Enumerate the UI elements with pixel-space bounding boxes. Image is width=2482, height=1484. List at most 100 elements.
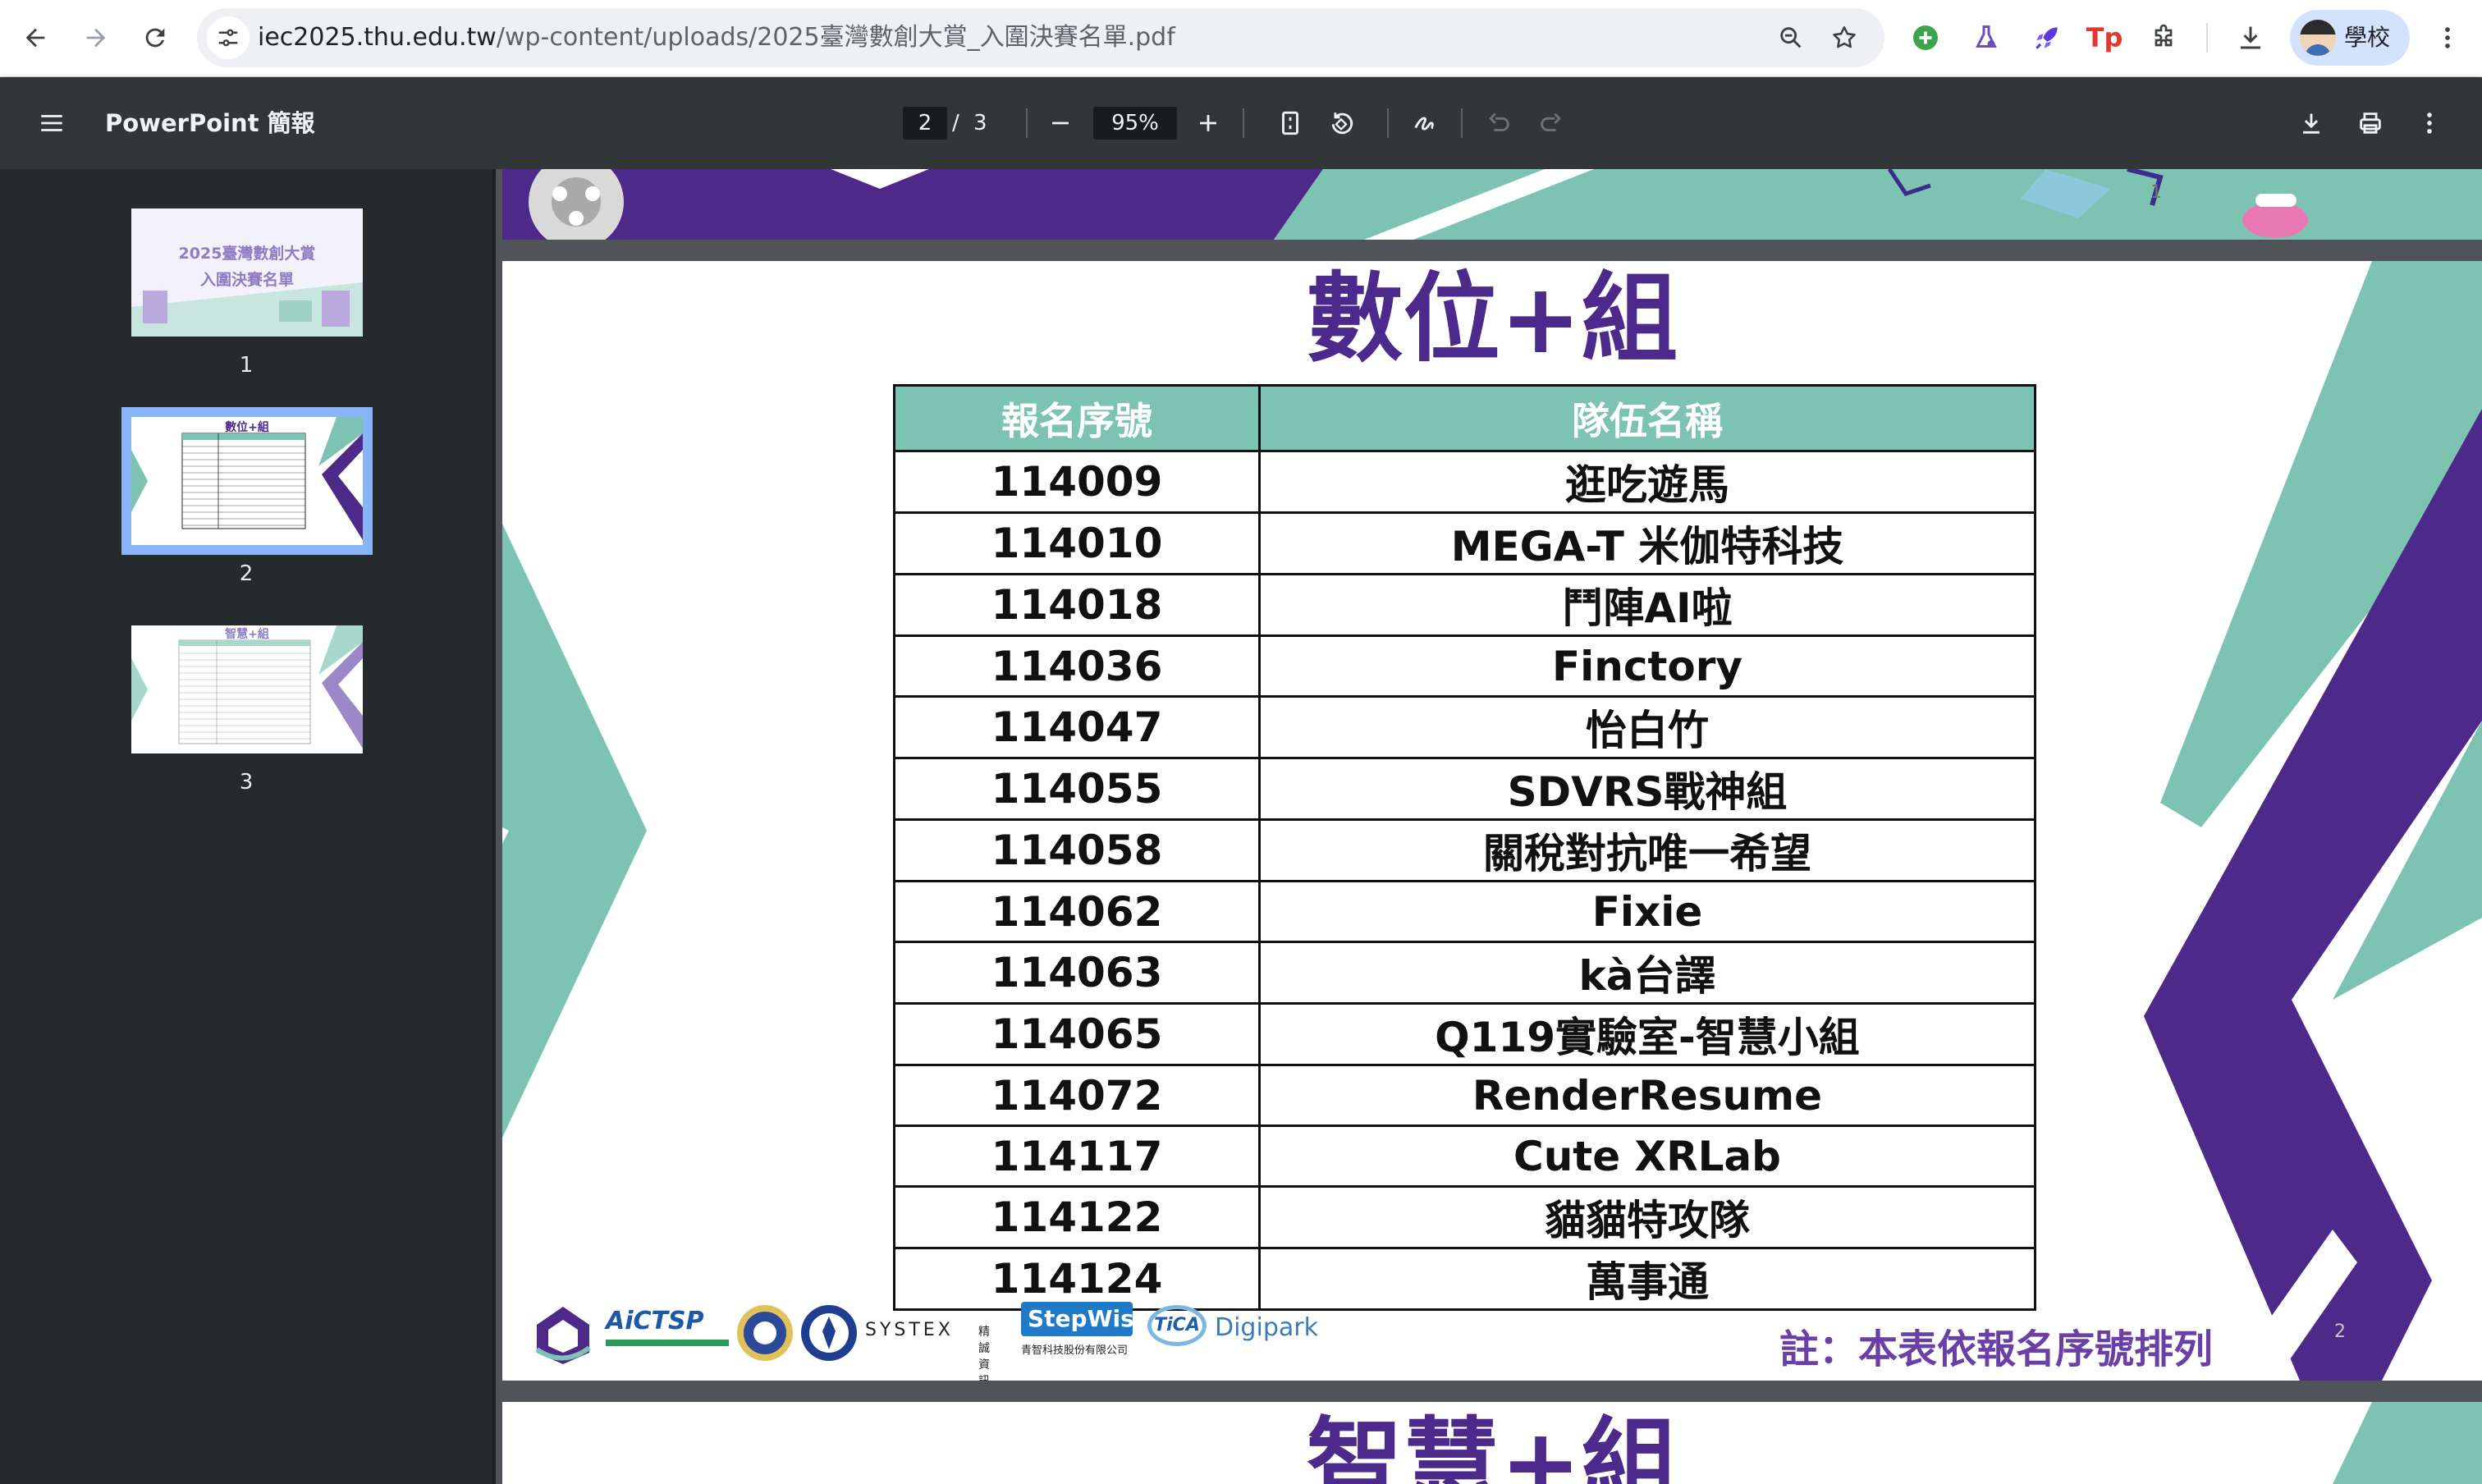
cell-id: 114062 <box>893 880 1261 943</box>
table-row: 114009 逛吃遊馬 <box>893 450 2036 514</box>
cell-team: 關稅對抗唯一希望 <box>1258 818 2036 882</box>
pdf-page-1-bottom: 1 <box>502 169 2482 240</box>
print-button[interactable] <box>2354 107 2387 140</box>
cell-team: Finctory <box>1258 634 2036 698</box>
extension-plus-button[interactable] <box>1906 18 1945 57</box>
pdf-toolbar: PowerPoint 簡報 2 / 3 95% <box>0 77 2482 169</box>
reload-button[interactable] <box>131 14 179 62</box>
thumbnail-2-title: 數位+組 <box>225 421 269 434</box>
stepwise-logo: StepWise <box>1021 1302 1150 1336</box>
table-row: 114072 RenderResume <box>893 1064 2036 1127</box>
page-number-input[interactable]: 2 <box>903 107 947 140</box>
next-slide-title: 智慧+組 <box>1306 1407 1678 1484</box>
cell-id: 114018 <box>893 573 1261 637</box>
zoom-indicator-button[interactable] <box>1774 21 1807 54</box>
extension-lab-button[interactable] <box>1967 18 2006 57</box>
thumbnail-page-2[interactable]: 數位+組 <box>121 407 373 555</box>
total-pages: 3 <box>973 111 987 135</box>
toolbar-divider <box>1026 108 1028 138</box>
stepwise-logo-sub: 青智科技股份有限公司 <box>1021 1344 1129 1357</box>
extensions-puzzle-icon <box>2155 24 2173 47</box>
thumbnail-page-3[interactable]: 智慧+組 <box>131 625 363 753</box>
aictsp-logo: AiCTSP <box>606 1307 704 1335</box>
thumbnail-page-1[interactable]: 2025臺灣數創大賞 入圍決賽名單 <box>131 208 363 337</box>
cell-team: MEGA-T 米伽特科技 <box>1258 511 2036 575</box>
extension-rocket-button[interactable] <box>2027 18 2067 57</box>
table-row: 114063 kà台譯 <box>893 941 2036 1005</box>
profile-button[interactable]: 學校 <box>2290 10 2410 66</box>
site-settings-button[interactable] <box>207 16 250 59</box>
toolbar-divider <box>1387 108 1389 138</box>
zoom-in-button[interactable] <box>1192 107 1225 140</box>
zoom-in-icon <box>1200 115 1216 131</box>
menu-kebab-icon <box>2445 27 2450 48</box>
thumbnail-1-title-line2: 入圍決賽名單 <box>199 271 294 289</box>
rotate-button[interactable] <box>1325 107 1358 140</box>
url-host: iec2025.thu.edu.tw <box>258 23 497 52</box>
browser-toolbar: iec2025.thu.edu.tw/wp-content/uploads/20… <box>0 0 2482 77</box>
pdf-download-button[interactable] <box>2295 107 2328 140</box>
bookmark-star-icon <box>1833 25 1856 48</box>
redo-icon <box>1541 112 1561 131</box>
cell-team: Fixie <box>1258 880 2036 943</box>
table-row: 114018 鬥陣AI啦 <box>893 573 2036 637</box>
cell-team: Cute XRLab <box>1258 1124 2036 1188</box>
browser-menu-button[interactable] <box>2428 18 2467 57</box>
thumbnail-number: 3 <box>239 770 254 795</box>
reload-icon <box>145 28 165 48</box>
address-bar[interactable]: iec2025.thu.edu.tw/wp-content/uploads/20… <box>197 8 1884 67</box>
back-icon <box>25 28 45 48</box>
extensions-menu-button[interactable] <box>2144 18 2183 57</box>
annotate-button[interactable] <box>1408 107 1441 140</box>
profile-name: 學校 <box>2344 24 2391 51</box>
cell-id: 114009 <box>893 450 1261 514</box>
redo-button[interactable] <box>1535 107 1568 140</box>
table-row: 114124 萬事通 <box>893 1247 2036 1311</box>
cell-team: 逛吃遊馬 <box>1258 450 2036 514</box>
zoom-input[interactable]: 95% <box>1093 107 1177 140</box>
cell-team: 貓貓特攻隊 <box>1258 1185 2036 1249</box>
undo-button[interactable] <box>1482 107 1515 140</box>
table-row: 114047 怡白竹 <box>893 695 2036 759</box>
table-row: 114062 Fixie <box>893 880 2036 943</box>
pdf-viewer[interactable]: 1 數位+組 報名序號 隊伍名稱 114009 逛吃遊馬 114010 MEGA… <box>496 169 2482 1484</box>
back-button[interactable] <box>11 14 59 62</box>
cell-team: 萬事通 <box>1258 1247 2036 1311</box>
pdf-more-button[interactable] <box>2413 107 2446 140</box>
page-1-number: 1 <box>2150 182 2162 203</box>
thumbnail-sidebar: 2025臺灣數創大賞 入圍決賽名單 1 數位+組 2 智慧+組 3 <box>0 169 494 1484</box>
avatar <box>2300 20 2336 56</box>
cell-team: 鬥陣AI啦 <box>1258 573 2036 637</box>
slide-page-number: 2 <box>2334 1321 2346 1342</box>
cell-id: 114058 <box>893 818 1261 882</box>
table-row: 114117 Cute XRLab <box>893 1124 2036 1188</box>
download-icon <box>2303 113 2319 134</box>
table-row: 114036 Finctory <box>893 634 2036 698</box>
url-text[interactable]: iec2025.thu.edu.tw/wp-content/uploads/20… <box>258 8 1175 67</box>
sidebar-menu-icon <box>41 115 62 131</box>
cell-id: 114047 <box>893 695 1261 759</box>
sidebar-toggle-button[interactable] <box>31 107 72 140</box>
extension-plus-icon <box>1913 25 1938 50</box>
zoom-out-button[interactable] <box>1044 107 1077 140</box>
systex-logo: SYSTEX <box>865 1320 954 1340</box>
download-icon <box>2241 26 2260 49</box>
extension-tp-button[interactable]: Tp <box>2085 18 2124 57</box>
column-header-team: 隊伍名稱 <box>1258 384 2036 452</box>
table-footnote: 註：本表依報名序號排列 <box>1779 1326 2214 1372</box>
finalist-table: 報名序號 隊伍名稱 114009 逛吃遊馬 114010 MEGA-T 米伽特科技 … <box>893 384 2036 1311</box>
toolbar-divider <box>1243 108 1244 138</box>
bookmark-button[interactable] <box>1828 21 1861 54</box>
table-row: 114010 MEGA-T 米伽特科技 <box>893 511 2036 575</box>
downloads-button[interactable] <box>2231 18 2270 57</box>
table-header-row: 報名序號 隊伍名稱 <box>893 384 2036 452</box>
forward-button[interactable] <box>72 14 120 62</box>
page-separator: / <box>952 111 959 135</box>
fit-page-button[interactable] <box>1274 107 1307 140</box>
fit-page-icon <box>1282 111 1298 135</box>
toolbar-divider <box>2206 23 2208 53</box>
tica-logo: TiCA <box>1147 1305 1207 1346</box>
cell-id: 114117 <box>893 1124 1261 1188</box>
university-seal-logo <box>737 1305 793 1361</box>
thumbnail-3-image <box>131 625 363 753</box>
